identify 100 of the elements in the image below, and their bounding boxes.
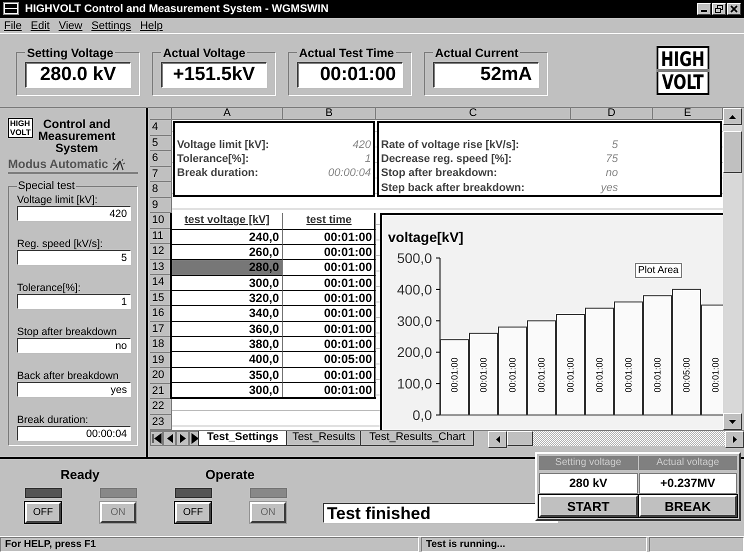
panel-title: Control and Measurement System [37,118,116,154]
indicator-lamp [100,488,137,498]
tab-nav-icon[interactable] [176,431,189,446]
row-number: 6 [150,151,172,167]
action-button[interactable]: BREAK [638,495,737,518]
input-field[interactable]: 1 [17,294,131,310]
category-label: 00:01:00 [624,358,634,393]
scroll-down-button[interactable] [723,413,742,430]
table-cell[interactable]: 00:01:00 [283,274,376,290]
tick-label: 500,0 [396,250,432,266]
table-cell[interactable]: 240,0 [172,228,283,244]
group-label: Special test [17,180,76,192]
input-field[interactable]: no [17,338,131,354]
action-button[interactable]: START [539,495,638,518]
field-label: Stop after breakdown [17,326,117,338]
sheet-tab[interactable]: Test_Results_Chart [360,431,474,446]
table-cell[interactable]: 300,0 [172,382,283,398]
scroll-thumb[interactable] [507,431,534,446]
parameter-value: 420 [352,138,371,151]
input-field[interactable]: 5 [17,250,131,266]
column-header: Setting voltage [539,456,638,470]
field-label: Tolerance[%]: [17,282,81,294]
input-field[interactable]: yes [17,382,131,398]
table-cell[interactable]: 300,0 [172,274,283,290]
sheet-tab[interactable]: Test_Settings [198,431,288,446]
parameter-label: Break duration: [177,167,258,180]
category-label: 00:01:00 [710,358,720,393]
window-title: HIGHVOLT Control and Measurement System - WGMSWIN [25,2,329,15]
switch-button[interactable]: OFF [175,502,211,524]
table-cell[interactable]: 00:01:00 [283,382,376,398]
table-cell[interactable]: 00:01:00 [283,320,376,336]
menu-item[interactable]: View [58,20,82,32]
row-number: 12 [150,244,172,260]
parameter-value: 75 [606,152,618,165]
table-cell[interactable]: 320,0 [172,290,283,306]
menu-item[interactable]: Settings [91,20,132,32]
restore-button[interactable] [712,2,726,15]
parameter-value: 00:00:04 [328,167,371,180]
column-header: test time [283,213,376,229]
readout-field: 280.0 kV [25,62,131,88]
switch-button[interactable]: OFF [25,502,61,524]
table-cell[interactable]: 00:01:00 [283,336,376,352]
table-cell[interactable]: 00:01:00 [283,259,376,275]
table-cell[interactable]: 400,0 [172,351,283,367]
row-number: 22 [150,399,172,415]
readout-field: 52mA [433,62,539,88]
tick-label: 300,0 [396,312,432,329]
parameter-label: Stop after breakdown: [381,167,498,180]
scroll-thumb[interactable] [723,131,742,174]
input-field[interactable]: 00:00:04 [17,426,131,442]
menu-item[interactable]: File [4,20,22,32]
field-label: Break duration: [17,414,88,426]
chart-title: voltage[kV] [388,229,464,246]
input-field[interactable]: 420 [17,206,131,222]
row-number: 10 [150,213,172,229]
table-cell[interactable]: 360,0 [172,320,283,336]
mode-label: Modus Automatic [8,157,108,172]
close-button[interactable] [727,2,741,15]
status-text: Test is running... [421,537,647,552]
scrollbar[interactable] [723,108,742,430]
table-cell[interactable]: 00:01:00 [283,366,376,382]
group-title: Operate [204,467,256,482]
column-header: A [172,108,283,120]
table-cell[interactable]: 00:01:00 [283,290,376,306]
parameter-label: Step back after breakdown: [381,182,525,194]
group-title: Ready [59,467,101,482]
row-number: 18 [150,337,172,353]
table-cell[interactable]: 00:01:00 [283,244,376,260]
parameter-value: 5 [612,138,618,151]
row-number: 7 [150,166,172,182]
row-number: 5 [150,136,172,152]
value-field: +0.237MV [638,473,737,494]
minimize-button[interactable] [697,2,711,15]
table-cell[interactable]: 380,0 [172,336,283,352]
table-cell[interactable]: 350,0 [172,366,283,382]
logo-text: VOLT [10,128,31,138]
readout-field: +151.5kV [161,62,267,88]
scroll-right-button[interactable] [725,431,744,448]
table-cell[interactable]: 280,0 [172,259,283,275]
row-number: 9 [150,198,172,214]
restore-icon [715,4,723,13]
table-cell[interactable]: 00:05:00 [283,351,376,367]
table-cell[interactable]: 00:01:00 [283,228,376,244]
menu-item[interactable]: Help [140,20,163,32]
parameter-label: Voltage limit [kV]: [177,138,270,151]
message-field: Test finished [323,503,558,524]
tab-nav-icon[interactable] [150,431,163,446]
scroll-left-button[interactable] [488,431,508,448]
parameter-value: 1 [364,152,371,165]
status-text: For HELP, press F1 [0,537,419,552]
readout-label: Actual Current [434,46,520,60]
tab-nav-icon[interactable] [163,431,176,446]
column-header: D [571,108,653,120]
table-cell[interactable]: 340,0 [172,305,283,321]
table-cell[interactable]: 00:01:00 [283,305,376,321]
menu-item[interactable]: Edit [30,20,50,32]
scrollbar[interactable] [488,431,744,446]
tick-label: 400,0 [396,282,432,298]
parameter-value: yes [600,182,618,194]
scroll-up-button[interactable] [723,108,742,126]
